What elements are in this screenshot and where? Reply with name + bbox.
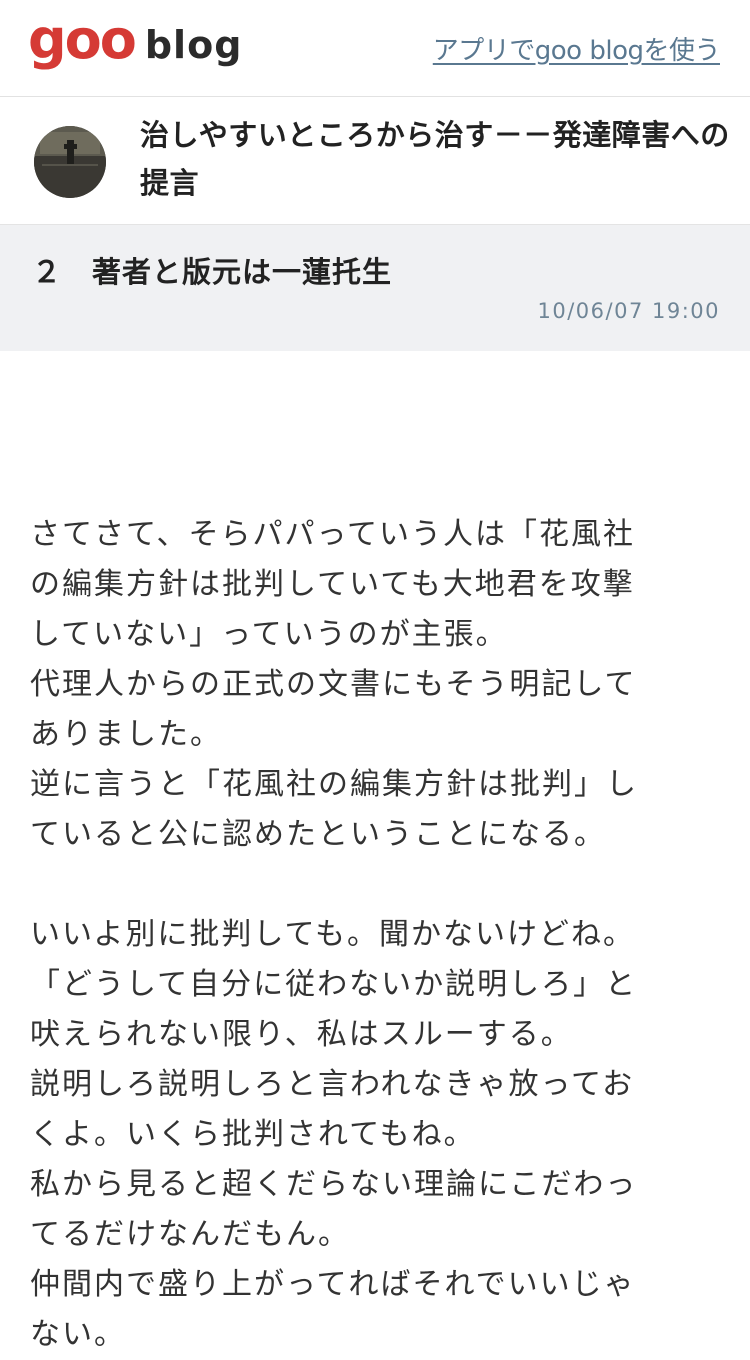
entry-title: ２ 著者と版元は一蓮托生 (32, 255, 393, 289)
use-app-link[interactable]: アプリでgoo blogを使う (433, 30, 721, 67)
site-header: goo blog アプリでgoo blogを使う (0, 0, 750, 97)
avatar-photo-icon (34, 126, 106, 198)
entry-body-line: くよ。いくら批判されてもね。 (30, 1117, 476, 1152)
entry-body-line: ありました。 (30, 717, 222, 752)
goo-blog-logo[interactable]: goo blog (28, 10, 242, 75)
blog-title-bar[interactable]: 治しやすいところから治す－－発達障害への提言 (0, 97, 750, 225)
entry-header: ２ 著者と版元は一蓮托生 10/06/07 19:00 (0, 225, 750, 351)
logo-goo-text: goo (28, 8, 137, 71)
entry-body-line: 代理人からの正式の文書にもそう明記して (30, 667, 637, 702)
entry-body-line: 説明しろ説明しろと言われなきゃ放ってお (30, 1067, 635, 1102)
entry-body-line: さてさて、そらパパっていう人は「花風社 (30, 517, 635, 552)
entry-body-line: していない」っていうのが主張。 (30, 617, 508, 652)
entry-body-line: 逆に言うと「花風社の編集方針は批判」し (30, 767, 638, 802)
entry-body-line: ない。 (30, 1317, 126, 1352)
blog-title[interactable]: 治しやすいところから治す－－発達障害への提言 (140, 111, 730, 207)
entry-body-line: 吠えられない限り、私はスルーする。 (30, 1017, 573, 1052)
entry-body-line (30, 860, 720, 910)
entry-body-line: ていると公に認めたということになる。 (30, 817, 606, 852)
entry-body: さてさて、そらパパっていう人は「花風社 の編集方針は批判していても大地君を攻撃 して… (30, 510, 720, 1360)
entry-body-line: の編集方針は批判していても大地君を攻撃 (30, 567, 635, 602)
entry-date: 10/06/07 19:00 (537, 299, 720, 323)
entry-body-line: 仲間内で盛り上がってればそれでいいじゃ (30, 1267, 636, 1302)
entry-body-line: 私から見ると超くだらない理論にこだわっ (30, 1167, 638, 1202)
entry-body-line: 「どうして自分に従わないか説明しろ」と (30, 967, 638, 1002)
logo-blog-text: blog (144, 23, 243, 67)
entry-body-line: てるだけなんだもん。 (30, 1217, 350, 1252)
blog-avatar[interactable] (34, 126, 106, 198)
entry-body-line: いいよ別に批判しても。聞かないけどね。 (30, 917, 635, 952)
